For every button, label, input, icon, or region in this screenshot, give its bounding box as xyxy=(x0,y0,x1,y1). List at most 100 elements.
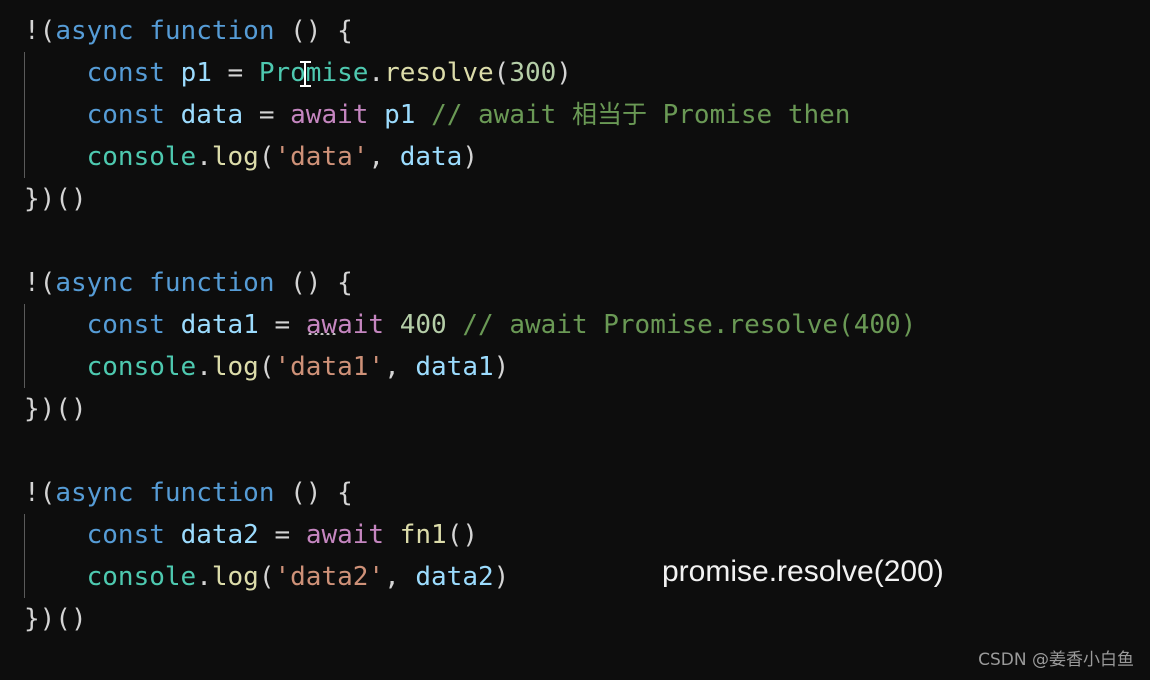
code-token-plain: ( xyxy=(258,142,275,172)
code-token-plain: })() xyxy=(24,394,87,424)
code-token-keyword: const xyxy=(86,100,165,130)
code-token-number: 400 xyxy=(399,310,447,340)
code-block: !(async function () { const data1 = awai… xyxy=(0,262,1150,430)
code-block: !(async function () { const p1 = Promise… xyxy=(0,10,1150,220)
code-token-plain: !( xyxy=(24,16,56,46)
code-editor-surface[interactable]: !(async function () { const p1 = Promise… xyxy=(0,0,1150,680)
code-token-plain: () xyxy=(446,520,479,550)
code-token-keyword: const xyxy=(86,520,165,550)
code-token-function: fn1 xyxy=(399,520,447,550)
code-line[interactable]: })() xyxy=(0,388,1150,430)
code-token-keyword: async xyxy=(55,478,134,508)
code-token-plain: () { xyxy=(274,268,353,298)
code-line[interactable]: })() xyxy=(0,598,1150,640)
code-token-function: resolve xyxy=(384,58,494,88)
code-token-control: await xyxy=(305,520,385,550)
annotation-promise-resolve: promise.resolve(200) xyxy=(662,555,944,588)
code-token-function: log xyxy=(211,352,259,382)
code-token-comment: // await xyxy=(431,100,572,130)
code-token-plain: ( xyxy=(258,352,275,382)
code-token-class: console xyxy=(86,562,197,592)
code-token-function: log xyxy=(211,562,259,592)
code-token-comment: Promise then xyxy=(646,100,851,130)
code-token-keyword: function xyxy=(149,268,275,298)
code-token-keyword: function xyxy=(149,16,275,46)
code-token-plain: . xyxy=(196,142,212,172)
code-token-plain: , xyxy=(368,142,400,172)
code-token-variable: data2 xyxy=(415,562,494,592)
code-token-plain: ) xyxy=(556,58,572,88)
code-line[interactable]: !(async function () { xyxy=(0,262,1150,304)
code-token-variable: data xyxy=(399,142,463,172)
code-token-plain: . xyxy=(368,58,385,88)
indent-guide xyxy=(24,52,25,178)
code-token-string: 'data' xyxy=(274,142,369,172)
code-token-keyword: function xyxy=(149,478,275,508)
indent-guide xyxy=(24,514,25,598)
code-token-keyword: const xyxy=(86,310,165,340)
code-token-class: Promise xyxy=(258,58,369,88)
code-token-control: await xyxy=(290,100,369,130)
code-token-plain: ) xyxy=(493,352,510,382)
code-token-plain: ( xyxy=(493,58,510,88)
code-token-plain: = xyxy=(211,58,259,88)
code-token-plain: ) xyxy=(462,142,478,172)
code-token-plain: () { xyxy=(274,16,353,46)
code-token-variable: data1 xyxy=(415,352,494,382)
code-token-keyword: const xyxy=(86,58,165,88)
code-token-plain: })() xyxy=(24,604,87,634)
code-token-plain: () { xyxy=(274,478,353,508)
indent-guide xyxy=(24,304,25,388)
code-token-plain: ( xyxy=(258,562,275,592)
code-line[interactable]: const data1 = await 400 // await Promise… xyxy=(0,304,1150,346)
code-line[interactable]: console.log('data2', data2) xyxy=(0,556,1150,598)
code-token-plain: ) xyxy=(493,562,510,592)
code-token-number: 300 xyxy=(509,58,557,88)
code-token-string: 'data2' xyxy=(274,562,385,592)
code-token-class: console xyxy=(86,142,197,172)
code-screenshot: !(async function () { const p1 = Promise… xyxy=(0,0,1150,680)
code-line[interactable]: !(async function () { xyxy=(0,10,1150,52)
code-token-variable: p1 xyxy=(180,58,212,88)
code-token-plain: = xyxy=(258,310,306,340)
code-token-plain: !( xyxy=(24,478,56,508)
code-token-keyword: async xyxy=(55,268,134,298)
code-token-class: console xyxy=(86,352,197,382)
code-line[interactable]: const data2 = await fn1() xyxy=(0,514,1150,556)
code-token-variable: data xyxy=(180,100,244,130)
code-line[interactable]: console.log('data', data) xyxy=(0,136,1150,178)
code-line[interactable]: })() xyxy=(0,178,1150,220)
code-token-string: 'data1' xyxy=(274,352,385,382)
code-token-plain: = xyxy=(243,100,291,130)
watermark: CSDN @姜香小白鱼 xyxy=(978,650,1134,670)
code-line[interactable]: !(async function () { xyxy=(0,472,1150,514)
code-line[interactable]: console.log('data1', data1) xyxy=(0,346,1150,388)
code-token-plain: !( xyxy=(24,268,56,298)
code-line[interactable]: const data = await p1 // await 相当于 Promi… xyxy=(0,94,1150,136)
code-token-plain: . xyxy=(196,562,212,592)
code-line[interactable]: const p1 = Promise.resolve(300) xyxy=(0,52,1150,94)
code-token-variable: data1 xyxy=(180,310,259,340)
code-token-function: log xyxy=(211,142,259,172)
code-token-plain: . xyxy=(196,352,212,382)
code-block: !(async function () { const data2 = awai… xyxy=(0,472,1150,640)
code-token-keyword: async xyxy=(55,16,134,46)
code-token-plain: , xyxy=(384,562,416,592)
code-token-comment-cn: 相当于 xyxy=(571,100,647,129)
